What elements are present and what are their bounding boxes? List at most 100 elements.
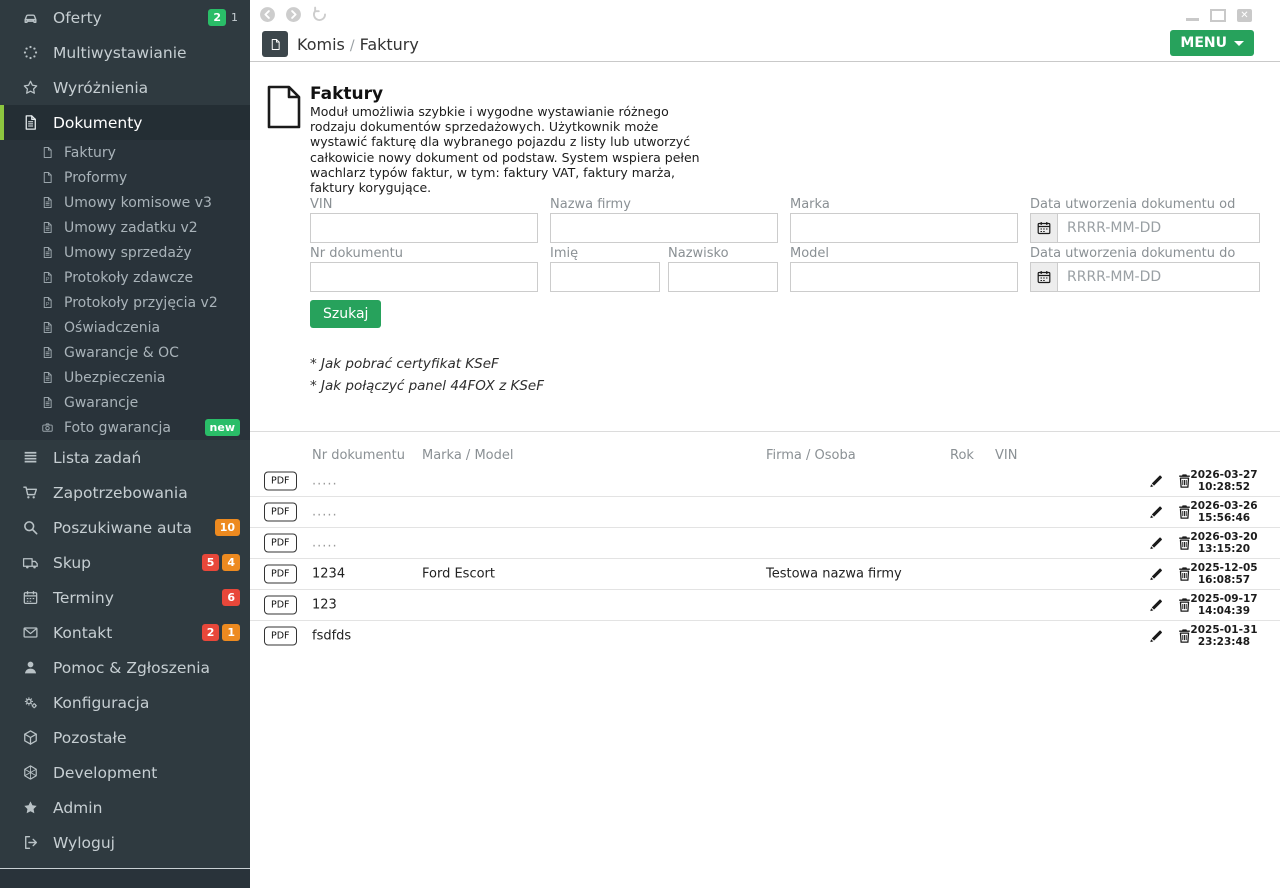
model-field[interactable]	[790, 262, 1018, 292]
edit-pencil-icon[interactable]	[1148, 535, 1165, 552]
sidebar-subitem-protokoły-zdawcze[interactable]: PProtokoły zdawcze	[0, 265, 250, 290]
edit-pencil-icon[interactable]	[1148, 597, 1165, 614]
close-icon[interactable]: ✕	[1237, 9, 1252, 22]
badges: 21	[208, 9, 240, 26]
sidebar-item-label: Skup	[53, 554, 91, 572]
edit-pencil-icon[interactable]	[1148, 504, 1165, 521]
nr-dokumentu-field[interactable]	[310, 262, 538, 292]
data-od-field[interactable]	[1058, 213, 1260, 243]
status-badge: 5	[202, 554, 220, 571]
sidebar-item-label: Admin	[53, 799, 102, 817]
sidebar-item-poszukiwane-auta[interactable]: Poszukiwane auta10	[0, 510, 250, 545]
dev-icon	[21, 764, 40, 781]
nazwisko-label: Nazwisko	[668, 246, 729, 261]
maximize-icon[interactable]	[1210, 9, 1226, 22]
nazwa-firmy-field[interactable]	[550, 213, 778, 243]
sidebar-item-wyróżnienia[interactable]: Wyróżnienia	[0, 70, 250, 105]
star-icon	[21, 799, 40, 816]
marka-field[interactable]	[790, 213, 1018, 243]
search-button[interactable]: Szukaj	[310, 300, 381, 328]
sidebar-subitem-faktury[interactable]: Faktury	[0, 140, 250, 165]
nr-dokumentu-cell: fsdfds	[312, 629, 351, 644]
refresh-icon[interactable]	[311, 6, 328, 23]
created-timestamp: 2026-03-2615:56:46	[1186, 500, 1262, 524]
minimize-icon[interactable]	[1186, 18, 1199, 21]
sidebar-item-skup[interactable]: Skup 54	[0, 545, 250, 580]
pdf-button[interactable]: PDF	[264, 627, 297, 646]
sidebar-item-pozostałe[interactable]: Pozostałe	[0, 720, 250, 755]
sidebar-item-multiwystawianie[interactable]: Multiwystawianie	[0, 35, 250, 70]
edit-pencil-icon[interactable]	[1148, 566, 1165, 583]
sidebar-subitem-gwarancje-oc[interactable]: Gwarancje & OC	[0, 340, 250, 365]
col-header-firma-osoba: Firma / Osoba	[766, 448, 856, 463]
ksef-certificate-link[interactable]: * Jak pobrać certyfikat KSeF	[310, 356, 499, 372]
module-description: Moduł umożliwia szybkie i wygodne wystaw…	[310, 104, 715, 195]
sidebar-item-label: Proformy	[64, 170, 127, 186]
sidebar-item-label: Multiwystawianie	[53, 44, 187, 62]
sidebar-subitem-umowy-sprzedaży[interactable]: Umowy sprzedaży	[0, 240, 250, 265]
pdf-cell: PDF	[264, 596, 297, 615]
breadcrumb-section[interactable]: Komis	[297, 35, 345, 54]
nr-dokumentu-cell: .....	[312, 505, 338, 520]
forward-icon[interactable]	[285, 6, 302, 23]
sidebar-subitem-proformy[interactable]: Proformy	[0, 165, 250, 190]
status-badge: 2	[208, 9, 226, 26]
sidebar: Oferty21 Multiwystawianie WyróżnieniaDokum…	[0, 0, 250, 888]
pdf-cell: PDF	[264, 472, 297, 491]
pdf-button[interactable]: PDF	[264, 534, 297, 553]
pdf-button[interactable]: PDF	[264, 565, 297, 584]
ksef-connect-link[interactable]: * Jak połączyć panel 44FOX z KSeF	[310, 378, 544, 394]
dots-icon	[21, 44, 40, 61]
sidebar-item-zapotrzebowania[interactable]: Zapotrzebowania	[0, 475, 250, 510]
sidebar-item-kontakt[interactable]: Kontakt21	[0, 615, 250, 650]
sidebar-item-dokumenty[interactable]: Dokumenty	[0, 105, 250, 140]
sidebar-subitem-umowy-zadatku-v2[interactable]: Umowy zadatku v2	[0, 215, 250, 240]
sidebar-item-pomoc-zgłoszenia[interactable]: Pomoc & Zgłoszenia	[0, 650, 250, 685]
sidebar-subitem-umowy-komisowe-v3[interactable]: Umowy komisowe v3	[0, 190, 250, 215]
main-panel: ✕ Komis/Faktury MENU Faktury Moduł umożl…	[250, 0, 1280, 888]
marka-label: Marka	[790, 197, 830, 212]
created-timestamp: 2026-03-2710:28:52	[1186, 469, 1262, 493]
vin-field[interactable]	[310, 213, 538, 243]
sidebar-item-lista-zadań[interactable]: Lista zadań	[0, 440, 250, 475]
sidebar-item-label: Lista zadań	[53, 449, 141, 467]
signout-icon	[21, 834, 40, 851]
pdf-button[interactable]: PDF	[264, 503, 297, 522]
back-icon[interactable]	[259, 6, 276, 23]
cube-icon	[21, 729, 40, 746]
sidebar-subitem-protokoły-przyjęcia-v2[interactable]: PProtokoły przyjęcia v2	[0, 290, 250, 315]
sidebar-item-admin[interactable]: Admin	[0, 790, 250, 825]
status-badge: 4	[222, 554, 240, 571]
menu-button[interactable]: MENU	[1170, 30, 1254, 56]
edit-pencil-icon[interactable]	[1148, 628, 1165, 645]
menu-button-label: MENU	[1180, 35, 1227, 51]
calendar-icon[interactable]	[1030, 262, 1058, 292]
imie-field[interactable]	[550, 262, 660, 292]
tasks-icon	[21, 449, 40, 466]
data-do-field[interactable]	[1058, 262, 1260, 292]
sidebar-menu: Oferty21 Multiwystawianie WyróżnieniaDokum…	[0, 0, 250, 860]
nr-dokumentu-cell: 123	[312, 598, 337, 613]
sidebar-subitem-ubezpieczenia[interactable]: Ubezpieczenia	[0, 365, 250, 390]
file-text-icon	[40, 196, 55, 209]
col-header-rok: Rok	[950, 448, 974, 463]
pdf-button[interactable]: PDF	[264, 472, 297, 491]
calendar-icon[interactable]	[1030, 213, 1058, 243]
breadcrumb-chip	[262, 31, 288, 57]
search-icon	[21, 519, 40, 536]
nazwisko-field[interactable]	[668, 262, 778, 292]
file-text-icon	[40, 221, 55, 234]
data-do-group	[1030, 262, 1260, 292]
edit-pencil-icon[interactable]	[1148, 473, 1165, 490]
sidebar-item-konfiguracja[interactable]: Konfiguracja	[0, 685, 250, 720]
table-row: PDF.....2026-03-2710:28:52	[250, 466, 1280, 497]
sidebar-item-oferty[interactable]: Oferty21	[0, 0, 250, 35]
sidebar-subitem-gwarancje[interactable]: Gwarancje	[0, 390, 250, 415]
pdf-button[interactable]: PDF	[264, 596, 297, 615]
sidebar-subitem-foto-gwarancja[interactable]: Foto gwarancjanew	[0, 415, 250, 440]
sidebar-subitem-oświadczenia[interactable]: Oświadczenia	[0, 315, 250, 340]
sidebar-item-wyloguj[interactable]: Wyloguj	[0, 825, 250, 860]
sidebar-item-development[interactable]: Development	[0, 755, 250, 790]
sidebar-item-terminy[interactable]: Terminy6	[0, 580, 250, 615]
sidebar-item-label: Gwarancje	[64, 395, 138, 411]
